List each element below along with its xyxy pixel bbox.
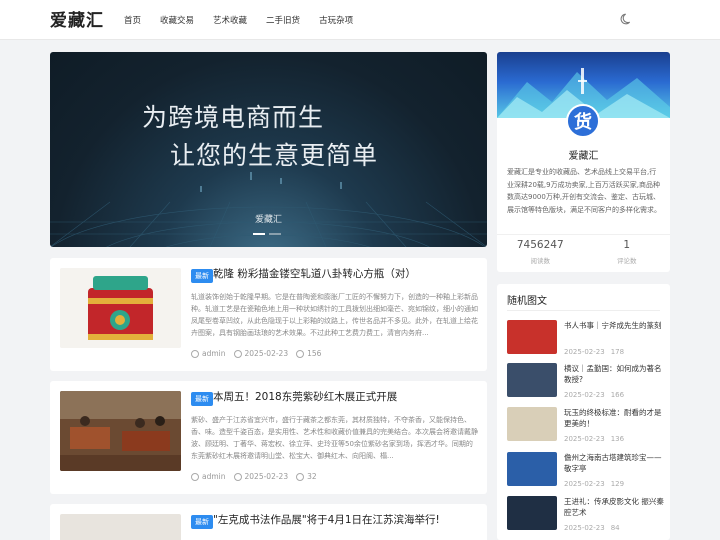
post-title[interactable]: 本周五！2018东莞紫砂红木展正式开展 bbox=[213, 389, 483, 404]
post-thumbnail[interactable] bbox=[60, 391, 181, 471]
user-icon bbox=[191, 472, 199, 481]
item-views: 178 bbox=[610, 348, 625, 356]
post-excerpt: 轧道装饰创始于乾隆早期。它是在普陶瓷和膨胀厂工匠的不懈努力下，创造的一种釉上彩新… bbox=[191, 293, 478, 337]
list-item[interactable]: 王进礼：传承皮影文化 振兴秦腔艺术 2025-02-23 84 bbox=[507, 496, 667, 540]
stat-comments-value: 1 bbox=[623, 239, 631, 251]
banner-caption: 爱藏汇 bbox=[254, 215, 282, 225]
post-excerpt: 紫砂、盛产于江苏省宜兴市，盛行于藏茶之都东莞，其材质独特，不夺茶香，又能保持色、… bbox=[191, 416, 478, 460]
item-thumbnail[interactable] bbox=[507, 407, 557, 441]
dark-mode-icon[interactable] bbox=[620, 12, 634, 26]
item-meta: 2025-02-23 166 bbox=[564, 391, 630, 399]
item-views: 84 bbox=[610, 524, 620, 532]
main-nav: 首页 收藏交易 艺术收藏 二手旧货 古玩杂项 bbox=[124, 14, 372, 26]
post-date: 2025-02-23 bbox=[244, 472, 289, 481]
post-thumbnail[interactable] bbox=[60, 268, 181, 348]
item-date: 2025-02-23 bbox=[564, 480, 605, 488]
post-title[interactable]: 乾隆 粉彩描金镂空轧道八卦转心方瓶（对） bbox=[213, 266, 483, 281]
post-author[interactable]: admin bbox=[202, 349, 226, 358]
eye-icon bbox=[296, 472, 305, 481]
list-item[interactable]: 儋州之海南古塔建筑珍宝——敬字亭 2025-02-23 129 bbox=[507, 452, 667, 498]
profile-card: 货 爱藏汇 爱藏汇是专业的收藏品、艺术品线上交易平台,行业深耕20载,9万成功卖… bbox=[497, 52, 670, 272]
profile-name: 爱藏汇 bbox=[568, 151, 599, 162]
stat-comments: 1 评论数 bbox=[584, 239, 671, 265]
stat-reads-label: 阅读数 bbox=[530, 257, 551, 265]
random-posts-panel: 随机图文 书人书事｜宁斧成先生的篆刻 2025-02-23 178 横议｜孟勤国… bbox=[497, 284, 670, 540]
list-item[interactable]: 横议｜孟勤国：如何成为著名教授? 2025-02-23 166 bbox=[507, 363, 667, 409]
banner-headline-1: 为跨境电商而生 bbox=[142, 103, 325, 132]
divider bbox=[507, 310, 660, 311]
panel-title: 随机图文 bbox=[507, 296, 547, 307]
item-date: 2025-02-23 bbox=[564, 435, 605, 443]
eye-icon bbox=[296, 349, 305, 358]
item-views: 166 bbox=[610, 391, 625, 399]
item-title[interactable]: 王进礼：传承皮影文化 振兴秦腔艺术 bbox=[564, 496, 668, 518]
list-item[interactable]: 书人书事｜宁斧成先生的篆刻 2025-02-23 178 bbox=[507, 320, 667, 366]
clock-icon bbox=[233, 472, 242, 481]
profile-description: 爱藏汇是专业的收藏品、艺术品线上交易平台,行业深耕20载,9万成功卖家,上百万活… bbox=[507, 168, 661, 214]
new-badge: 最新 bbox=[191, 515, 213, 529]
item-title[interactable]: 玩玉的终极标准：耐看的才是更美的！ bbox=[564, 407, 668, 429]
user-icon bbox=[191, 349, 199, 358]
stat-comments-label: 评论数 bbox=[617, 257, 637, 265]
item-title[interactable]: 横议｜孟勤国：如何成为著名教授? bbox=[564, 363, 668, 385]
new-badge: 最新 bbox=[191, 392, 213, 406]
site-logo[interactable]: 爱藏汇 bbox=[50, 6, 104, 31]
date-meta: 2025-02-23 bbox=[233, 349, 289, 358]
stat-reads-value: 7456247 bbox=[516, 239, 564, 251]
item-title[interactable]: 儋州之海南古塔建筑珍宝——敬字亭 bbox=[564, 452, 668, 474]
item-thumbnail[interactable] bbox=[507, 363, 557, 397]
post-card[interactable]: 最新 "左克成书法作品展"将于4月1日在江苏滨海举行! bbox=[50, 504, 487, 540]
item-date: 2025-02-23 bbox=[564, 391, 605, 399]
carousel-dot-1[interactable] bbox=[253, 233, 265, 235]
profile-stats: 7456247 阅读数 1 评论数 bbox=[497, 234, 670, 265]
item-thumbnail[interactable] bbox=[507, 496, 557, 530]
clock-icon bbox=[233, 349, 242, 358]
author-meta: admin bbox=[191, 349, 226, 358]
item-meta: 2025-02-23 129 bbox=[564, 480, 630, 488]
item-meta: 2025-02-23 84 bbox=[564, 524, 626, 532]
item-meta: 2025-02-23 136 bbox=[564, 435, 630, 443]
item-thumbnail[interactable] bbox=[507, 452, 557, 486]
post-views: 156 bbox=[307, 349, 322, 358]
views-meta: 32 bbox=[296, 472, 317, 481]
post-card[interactable]: 最新 乾隆 粉彩描金镂空轧道八卦转心方瓶（对） 轧道装饰创始于乾隆早期。它是在普… bbox=[50, 258, 487, 371]
post-meta: admin 2025-02-23 32 bbox=[191, 472, 325, 481]
item-meta: 2025-02-23 178 bbox=[564, 348, 630, 356]
post-date: 2025-02-23 bbox=[244, 349, 289, 358]
top-header: 爱藏汇 首页 收藏交易 艺术收藏 二手旧货 古玩杂项 bbox=[0, 0, 720, 40]
stat-reads: 7456247 阅读数 bbox=[497, 239, 584, 265]
post-card[interactable]: 最新 本周五！2018东莞紫砂红木展正式开展 紫砂、盛产于江苏省宜兴市，盛行于藏… bbox=[50, 381, 487, 494]
post-meta: admin 2025-02-23 156 bbox=[191, 349, 329, 358]
post-thumbnail[interactable] bbox=[60, 514, 181, 540]
nav-antiques[interactable]: 古玩杂项 bbox=[319, 14, 353, 26]
item-thumbnail[interactable] bbox=[507, 320, 557, 354]
nav-art[interactable]: 艺术收藏 bbox=[213, 14, 247, 26]
list-item[interactable]: 玩玉的终极标准：耐看的才是更美的！ 2025-02-23 136 bbox=[507, 407, 667, 453]
carousel-dot-2[interactable] bbox=[269, 233, 281, 235]
post-views: 32 bbox=[307, 472, 317, 481]
item-date: 2025-02-23 bbox=[564, 524, 605, 532]
post-title[interactable]: "左克成书法作品展"将于4月1日在江苏滨海举行! bbox=[213, 512, 483, 527]
hero-banner[interactable]: 为跨境电商而生 让您的生意更简单 爱藏汇 bbox=[50, 52, 487, 247]
item-date: 2025-02-23 bbox=[564, 348, 605, 356]
avatar[interactable]: 货 bbox=[566, 104, 600, 138]
new-badge: 最新 bbox=[191, 269, 213, 283]
views-meta: 156 bbox=[296, 349, 321, 358]
nav-trade[interactable]: 收藏交易 bbox=[160, 14, 194, 26]
date-meta: 2025-02-23 bbox=[233, 472, 289, 481]
item-title[interactable]: 书人书事｜宁斧成先生的篆刻 bbox=[564, 320, 668, 331]
nav-secondhand[interactable]: 二手旧货 bbox=[266, 14, 300, 26]
carousel-dots bbox=[253, 233, 285, 235]
nav-home[interactable]: 首页 bbox=[124, 14, 141, 26]
author-meta: admin bbox=[191, 472, 226, 481]
post-author[interactable]: admin bbox=[202, 472, 226, 481]
banner-headline-2: 让您的生意更简单 bbox=[170, 141, 379, 170]
item-views: 136 bbox=[610, 435, 625, 443]
item-views: 129 bbox=[610, 480, 625, 488]
